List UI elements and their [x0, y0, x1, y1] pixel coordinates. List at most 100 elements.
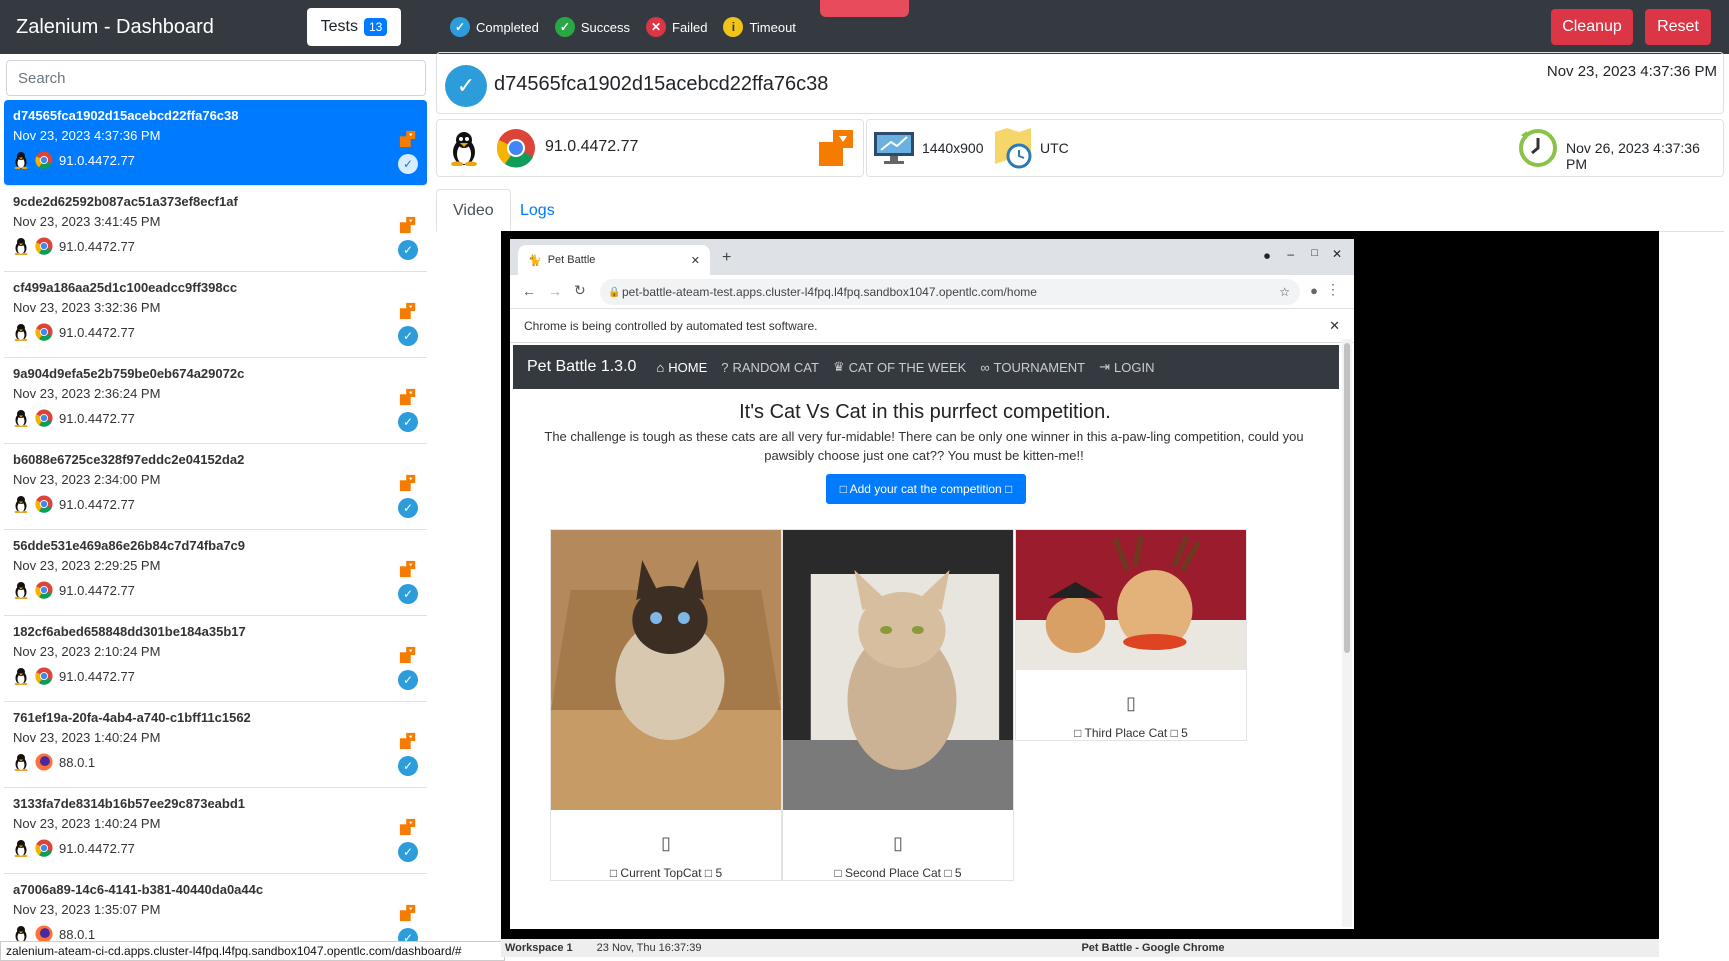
close-infobar-icon: ✕	[1329, 317, 1340, 333]
nav-login: ⇥ LOGIN	[1099, 359, 1154, 375]
nav-login-label: LOGIN	[1114, 359, 1155, 375]
rotate-flag-icon	[399, 130, 416, 148]
app-brand: Zalenium - Dashboard	[16, 15, 214, 38]
legend-timeout-label: Timeout	[749, 19, 796, 35]
rotate-flag-icon	[399, 646, 416, 664]
nav-tournament-label: TOURNAMENT	[993, 359, 1086, 375]
crown-icon: ♛	[832, 359, 845, 374]
test-platform: 88.0.1	[13, 925, 418, 942]
timezone: UTC	[1040, 140, 1069, 156]
tests-button[interactable]: Tests 13	[307, 8, 401, 46]
linux-icon	[14, 754, 28, 771]
tests-label: Tests	[320, 18, 358, 35]
chrome-icon	[35, 409, 53, 427]
test-list-item[interactable]: 9cde2d62592b087ac51a373ef8ecf1af Nov 23, …	[4, 186, 427, 272]
completed-icon: ✓	[398, 326, 418, 346]
test-browser-version: 88.0.1	[59, 754, 96, 770]
test-browser-version: 91.0.4472.77	[59, 840, 135, 856]
infobar-text: Chrome is being controlled by automated …	[524, 318, 818, 333]
test-header: ✓ d74565fca1902d15acebcd22ffa76c38 Nov 2…	[436, 52, 1724, 114]
taskbar-clock: 23 Nov, Thu 16:37:39	[596, 942, 702, 954]
star-icon: ☆	[1279, 285, 1290, 299]
test-id-title: d74565fca1902d15acebcd22ffa76c38	[494, 73, 829, 95]
lock-icon: 🔒	[608, 286, 621, 298]
test-list: d74565fca1902d15acebcd22ffa76c38 Nov 23, …	[4, 100, 427, 942]
legend-success[interactable]: ✓ Success	[554, 17, 630, 37]
linux-icon	[14, 582, 28, 599]
test-list-item[interactable]: d74565fca1902d15acebcd22ffa76c38 Nov 23, …	[4, 100, 427, 186]
test-id: b6088e6725ce328f97eddc2e04152da2	[13, 452, 245, 467]
home-icon: ⌂	[656, 359, 665, 375]
test-id: d74565fca1902d15acebcd22ffa76c38	[13, 108, 239, 123]
linux-icon	[451, 132, 477, 166]
cat-card-1: ▯ □ Current TopCat □ 5	[550, 529, 782, 881]
test-id: 9a904d9efa5e2b759be0eb674a29072c	[13, 366, 245, 381]
card-2-icon: ▯	[893, 833, 903, 853]
rotate-flag-icon	[399, 474, 416, 492]
cat-photo-3	[1016, 530, 1246, 670]
test-list-item[interactable]: 761ef19a-20fa-4ab4-a740-c1bff11c1562 Nov …	[4, 702, 427, 788]
rotate-flag-icon	[819, 130, 853, 166]
rotate-flag-icon	[399, 732, 416, 750]
browser-tab: 🐈 Pet Battle ✕	[518, 245, 710, 275]
close-window-icon: ✕	[1331, 247, 1342, 261]
login-icon: ⇥	[1099, 359, 1111, 374]
tests-count-badge: 13	[363, 18, 388, 36]
test-platform: 91.0.4472.77	[13, 581, 418, 599]
pet-favicon-icon: 🐈	[528, 254, 542, 267]
hero-heading: It's Cat Vs Cat in this purrfect competi…	[739, 401, 1111, 423]
new-tab-icon: +	[722, 249, 732, 266]
chrome-icon	[35, 839, 53, 857]
test-id: 182cf6abed658848dd301be184a35b17	[13, 624, 246, 639]
test-list-item[interactable]: 182cf6abed658848dd301be184a35b17 Nov 23, …	[4, 616, 427, 702]
browser-toolbar: ← → ↻ 🔒 pet-battle-ateam-test.apps.clust…	[510, 275, 1354, 309]
legend-timeout[interactable]: i Timeout	[723, 17, 796, 37]
test-browser-version: 91.0.4472.77	[59, 410, 135, 426]
forward-icon: →	[548, 283, 562, 299]
test-id: 56dde531e469a86e26b84c7d74fba7c9	[13, 538, 246, 553]
search-input[interactable]: Search	[6, 60, 426, 96]
monitor-icon	[874, 132, 914, 164]
recorded-taskbar: Workspace 1 23 Nov, Thu 16:37:39 Pet Bat…	[501, 939, 1659, 957]
gamepad-icon: ∞	[980, 359, 990, 375]
test-list-item[interactable]: a7006a89-14c6-4141-b381-40440da0a44c Nov …	[4, 874, 427, 942]
test-list-item[interactable]: 9a904d9efa5e2b759be0eb674a29072c Nov 23, …	[4, 358, 427, 444]
firefox-icon	[35, 753, 53, 771]
rotate-flag-icon	[399, 560, 416, 578]
rotate-flag-icon	[399, 818, 416, 836]
legend-failed[interactable]: ✕ Failed	[646, 17, 707, 37]
tab-logs[interactable]: Logs	[504, 189, 571, 232]
test-date: Nov 23, 2023 2:34:00 PM	[13, 472, 161, 487]
rotate-flag-icon	[399, 904, 416, 922]
chrome-icon	[35, 237, 53, 255]
environment-info-panel: 1440x900 UTC Nov 26, 2023 4:37:36 PM	[866, 119, 1724, 177]
question-icon: ?	[721, 359, 729, 375]
test-platform: 91.0.4472.77	[13, 237, 418, 255]
test-browser-version: 91.0.4472.77	[59, 496, 135, 512]
video-player[interactable]: 🐈 Pet Battle ✕ + ⏺ – □ ✕ ← → ↻ 🔒 pet-bat…	[501, 231, 1659, 939]
failed-icon: ✕	[646, 17, 667, 37]
tab-video[interactable]: Video	[436, 189, 511, 232]
hero-text: The challenge is tough as these cats are…	[544, 429, 1304, 463]
test-list-item[interactable]: 3133fa7de8314b16b57ee29c873eabd1 Nov 23, …	[4, 788, 427, 874]
test-browser-version: 91.0.4472.77	[59, 668, 135, 684]
test-platform: 91.0.4472.77	[13, 409, 418, 427]
rotate-flag-icon	[399, 388, 416, 406]
card-3-label: □ Third Place Cat □ 5	[1074, 726, 1188, 740]
test-list-item[interactable]: 56dde531e469a86e26b84c7d74fba7c9 Nov 23, …	[4, 530, 427, 616]
close-tab-icon: ✕	[690, 254, 700, 267]
retention-date: Nov 26, 2023 4:37:36 PM	[1566, 140, 1700, 172]
test-list-item[interactable]: cf499a186aa25d1c100eadcc9ff398cc Nov 23, …	[4, 272, 427, 358]
completed-icon: ✓	[398, 584, 418, 604]
reload-icon: ↻	[574, 282, 586, 298]
reset-button[interactable]: Reset	[1645, 9, 1711, 45]
test-date: Nov 23, 2023 4:37:36 PM	[13, 128, 161, 143]
cleanup-button[interactable]: Cleanup	[1551, 9, 1633, 45]
chrome-icon	[35, 581, 53, 599]
legend-failed-label: Failed	[672, 19, 708, 35]
card-3-icon: ▯	[1126, 693, 1136, 713]
linux-icon	[14, 324, 28, 341]
completed-icon: ✓	[398, 240, 418, 260]
legend-completed[interactable]: ✓ Completed	[450, 17, 539, 37]
test-list-item[interactable]: b6088e6725ce328f97eddc2e04152da2 Nov 23, …	[4, 444, 427, 530]
